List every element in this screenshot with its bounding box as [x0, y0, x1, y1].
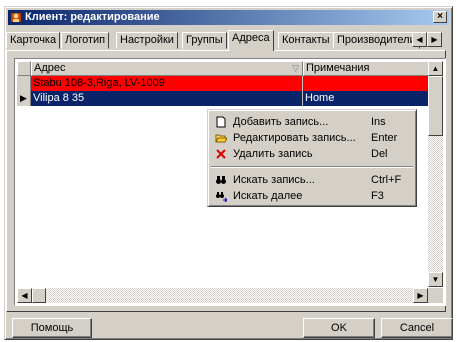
help-button[interactable]: Помощь — [12, 318, 92, 338]
binoculars-next-icon — [216, 192, 227, 202]
menu-item-find-next[interactable]: Искать далее F3 — [211, 188, 413, 204]
arrow-right-icon: ▶ — [417, 291, 424, 300]
cell-notes[interactable] — [303, 76, 430, 91]
horizontal-scroll-thumb[interactable] — [32, 288, 46, 303]
sort-indicator-icon: ▽ — [292, 63, 299, 73]
tab-nastroyki[interactable]: Настройки — [116, 32, 178, 49]
column-header-notes[interactable]: Примечания — [303, 61, 430, 76]
menu-item-add-record[interactable]: Добавить запись... Ins — [211, 114, 413, 130]
horizontal-scrollbar[interactable]: ◀ ▶ — [17, 288, 428, 303]
column-header-address[interactable]: Адрес ▽ — [31, 61, 303, 76]
grid-indicator-header — [17, 61, 31, 76]
cell-notes[interactable]: Home — [303, 91, 430, 106]
scroll-up-button[interactable]: ▲ — [428, 61, 443, 76]
tab-strip: Карточка Логотип Настройки Группы Адреса… — [6, 30, 446, 51]
table-row[interactable]: Stabu 108-3,Riga, LV-1009 — [17, 76, 430, 91]
cancel-button[interactable]: Cancel — [381, 318, 453, 338]
row-indicator — [17, 76, 31, 91]
row-indicator: ▶ — [17, 91, 31, 106]
menu-item-edit-record[interactable]: Редактировать запись... Enter — [211, 130, 413, 146]
scroll-down-button[interactable]: ▼ — [428, 272, 443, 287]
window-title: Клиент: редактирование — [25, 11, 160, 23]
arrow-up-icon: ▲ — [431, 64, 440, 73]
arrow-right-icon: ▶ — [431, 35, 438, 44]
tab-kartochka[interactable]: Карточка — [6, 32, 61, 49]
vertical-scrollbar[interactable]: ▲ ▼ — [428, 61, 443, 287]
table-row[interactable]: ▶ Vilipa 8 35 Home — [17, 91, 430, 106]
menu-item-find-record[interactable]: Искать запись... Ctrl+F — [211, 172, 413, 188]
menu-separator — [211, 166, 413, 168]
cell-address[interactable]: Vilipa 8 35 — [31, 91, 303, 106]
arrow-left-icon: ◀ — [416, 35, 423, 44]
new-document-icon — [216, 116, 226, 128]
tab-logotip[interactable]: Логотип — [61, 32, 110, 49]
title-bar[interactable]: Клиент: редактирование × — [8, 10, 449, 25]
arrow-left-icon: ◀ — [21, 291, 28, 300]
tab-adresa[interactable]: Адреса — [228, 30, 274, 51]
open-folder-icon — [215, 134, 227, 143]
delete-x-icon — [216, 149, 226, 159]
scroll-right-button[interactable]: ▶ — [413, 288, 428, 303]
tab-gruppy[interactable]: Группы — [182, 32, 227, 49]
context-menu: Добавить запись... Ins Редактировать зап… — [207, 109, 417, 207]
close-button[interactable]: × — [433, 11, 447, 23]
tab-kontakty[interactable]: Контакты — [278, 32, 334, 49]
tab-proizvoditeli[interactable]: Производители — [333, 32, 420, 49]
tab-scroll-right-button[interactable]: ▶ — [427, 32, 442, 47]
arrow-down-icon: ▼ — [431, 275, 440, 284]
binoculars-icon — [216, 176, 226, 184]
current-row-pointer-icon: ▶ — [20, 93, 27, 103]
app-icon — [11, 13, 21, 22]
close-icon: × — [437, 11, 443, 22]
tab-scroll-left-button[interactable]: ◀ — [412, 32, 427, 47]
cell-address[interactable]: Stabu 108-3,Riga, LV-1009 — [31, 76, 303, 91]
scroll-corner — [428, 288, 443, 303]
scroll-left-button[interactable]: ◀ — [17, 288, 32, 303]
menu-item-delete-record[interactable]: Удалить запись Del — [211, 146, 413, 162]
ok-button[interactable]: OK — [303, 318, 375, 338]
vertical-scroll-thumb[interactable] — [428, 76, 443, 136]
